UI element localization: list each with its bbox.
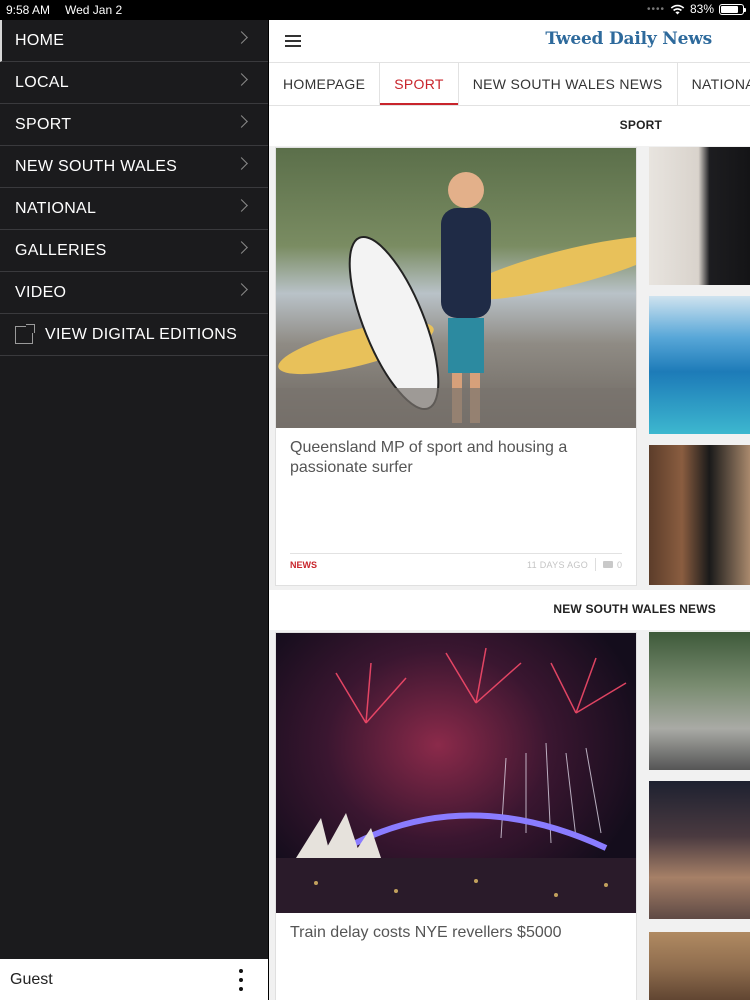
hamburger-menu-icon[interactable] [285, 35, 301, 47]
sidebar-item-label: NEW SOUTH WALES [15, 157, 178, 175]
brand-logo[interactable]: Tweed Daily News [545, 29, 712, 49]
user-name: Guest [10, 970, 53, 988]
signal-dots-icon: •••• [646, 3, 665, 15]
sidebar-item-local[interactable]: LOCAL [0, 62, 268, 104]
article-headline[interactable]: Train delay costs NYE revellers $5000 [276, 913, 636, 1000]
feature-article-card[interactable]: Train delay costs NYE revellers $5000 [275, 632, 637, 1000]
sidebar-item-label: GALLERIES [15, 241, 107, 259]
more-vertical-icon[interactable] [238, 969, 244, 991]
article-meta: NEWS 11 DAYS AGO 0 [290, 553, 622, 585]
user-bar[interactable]: Guest [0, 959, 268, 1000]
article-thumbnail[interactable] [649, 296, 750, 434]
sidebar-item-label: NATIONAL [15, 199, 97, 217]
chevron-right-icon [235, 31, 248, 44]
chevron-right-icon [235, 157, 248, 170]
sidebar-item-galleries[interactable]: GALLERIES [0, 230, 268, 272]
sidebar-item-label: VIDEO [15, 283, 67, 301]
tab-new-south-wales-news[interactable]: NEW SOUTH WALES NEWS [459, 63, 678, 105]
external-link-icon [15, 323, 35, 344]
sidebar-item-label: SPORT [15, 115, 72, 133]
status-right: •••• 83% [646, 2, 746, 16]
sidebar: HOME LOCAL SPORT NEW SOUTH WALES NATIONA… [0, 20, 268, 1000]
sidebar-item-video[interactable]: VIDEO [0, 272, 268, 314]
article-age: 11 DAYS AGO [527, 560, 588, 570]
sidebar-item-sport[interactable]: SPORT [0, 104, 268, 146]
wifi-icon [670, 4, 685, 14]
chevron-right-icon [235, 199, 248, 212]
chevron-right-icon [235, 73, 248, 86]
article-category[interactable]: NEWS [290, 560, 317, 570]
article-headline[interactable]: Queensland MP of sport and housing a pas… [276, 428, 636, 553]
article-image [276, 148, 636, 428]
section-title-sport: SPORT [269, 106, 750, 146]
comment-count: 0 [616, 560, 622, 570]
top-bar: Tweed Daily News [269, 20, 750, 63]
feature-article-card[interactable]: Queensland MP of sport and housing a pas… [275, 147, 637, 586]
battery-percent: 83% [689, 2, 714, 16]
sidebar-item-label: LOCAL [15, 73, 69, 91]
tab-homepage[interactable]: HOMEPAGE [269, 63, 381, 105]
tab-sport[interactable]: SPORT [380, 63, 459, 105]
sidebar-item-label: VIEW DIGITAL EDITIONS [45, 325, 238, 343]
surfer-photo-illustration [276, 172, 636, 428]
section-title-nsw: NEW SOUTH WALES NEWS [269, 590, 750, 630]
article-thumbnail[interactable] [649, 445, 750, 585]
battery-icon [719, 3, 746, 15]
comment-icon [603, 561, 613, 568]
chevron-right-icon [235, 241, 248, 254]
sidebar-item-national[interactable]: NATIONAL [0, 188, 268, 230]
battery-level [721, 5, 739, 13]
main-content: Tweed Daily News HOMEPAGE SPORT NEW SOUT… [269, 20, 750, 1000]
article-thumbnail[interactable] [649, 632, 750, 770]
sidebar-item-label: HOME [15, 31, 65, 49]
article-thumbnail[interactable] [649, 147, 750, 285]
status-time: 9:58 AM [6, 3, 51, 17]
meta-divider [595, 558, 596, 571]
article-thumbnail[interactable] [649, 932, 750, 1000]
status-date: Wed Jan 2 [65, 3, 123, 17]
article-image [276, 633, 636, 913]
sidebar-item-digital-editions[interactable]: VIEW DIGITAL EDITIONS [0, 314, 268, 356]
fireworks-photo-illustration [276, 647, 636, 913]
section-tabs: HOMEPAGE SPORT NEW SOUTH WALES NEWS NATI… [269, 63, 750, 106]
status-bar: 9:58 AM Wed Jan 2 •••• 83% [0, 0, 750, 20]
chevron-right-icon [235, 115, 248, 128]
chevron-right-icon [235, 283, 248, 296]
sidebar-item-new-south-wales[interactable]: NEW SOUTH WALES [0, 146, 268, 188]
sidebar-item-home[interactable]: HOME [0, 20, 268, 62]
article-thumbnail[interactable] [649, 781, 750, 919]
tab-national-news[interactable]: NATIONAL NE [678, 63, 750, 105]
